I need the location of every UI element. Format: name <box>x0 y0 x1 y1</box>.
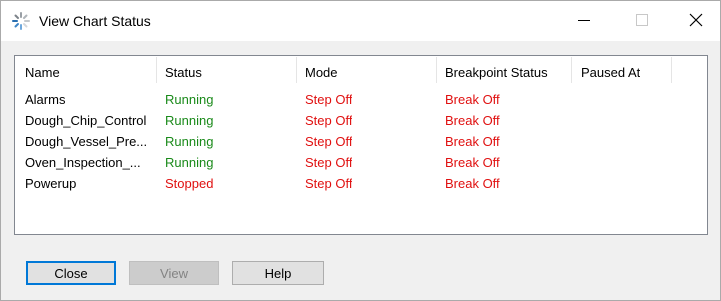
row-status: Running <box>165 92 214 107</box>
row-mode: Step Off <box>305 176 353 191</box>
close-button[interactable]: Close <box>26 261 116 285</box>
chart-status-list[interactable]: Name Status Mode Breakpoint Status Pause… <box>14 55 708 235</box>
column-header-breakpoint-status[interactable]: Breakpoint Status <box>445 65 548 80</box>
row-name: Powerup <box>25 176 77 191</box>
help-button[interactable]: Help <box>232 261 324 285</box>
header-divider <box>296 57 297 83</box>
row-breakpoint-status: Break Off <box>445 176 500 191</box>
row-status: Stopped <box>165 176 214 191</box>
row-mode: Step Off <box>305 134 353 149</box>
minimize-icon <box>578 14 590 29</box>
column-header-status[interactable]: Status <box>165 65 202 80</box>
row-status: Running <box>165 134 214 149</box>
row-status: Running <box>165 155 214 170</box>
close-window-button[interactable] <box>673 1 719 41</box>
header-divider <box>156 57 157 83</box>
row-breakpoint-status: Break Off <box>445 134 500 149</box>
header-divider <box>571 57 572 83</box>
row-mode: Step Off <box>305 92 353 107</box>
view-chart-status-window: View Chart Status Name Status Mode Break… <box>0 0 721 301</box>
column-header-name[interactable]: Name <box>25 65 60 80</box>
view-button[interactable]: View <box>129 261 219 285</box>
title-bar[interactable]: View Chart Status <box>1 1 720 41</box>
row-name: Dough_Chip_Control <box>25 113 147 128</box>
row-mode: Step Off <box>305 113 353 128</box>
window-title: View Chart Status <box>39 13 151 29</box>
row-breakpoint-status: Break Off <box>445 155 500 170</box>
row-name: Dough_Vessel_Pre... <box>25 134 148 149</box>
column-header-mode[interactable]: Mode <box>305 65 338 80</box>
row-breakpoint-status: Break Off <box>445 92 500 107</box>
row-name: Alarms <box>25 92 66 107</box>
column-header-paused-at[interactable]: Paused At <box>581 65 640 80</box>
row-breakpoint-status: Break Off <box>445 113 500 128</box>
row-mode: Step Off <box>305 155 353 170</box>
header-divider <box>436 57 437 83</box>
maximize-icon <box>636 13 648 29</box>
row-status: Running <box>165 113 214 128</box>
row-name: Oven_Inspection_... <box>25 155 141 170</box>
close-icon <box>689 13 703 30</box>
maximize-button[interactable] <box>619 1 665 41</box>
header-divider <box>671 57 672 83</box>
minimize-button[interactable] <box>561 1 607 41</box>
chart-status-icon <box>12 12 30 30</box>
